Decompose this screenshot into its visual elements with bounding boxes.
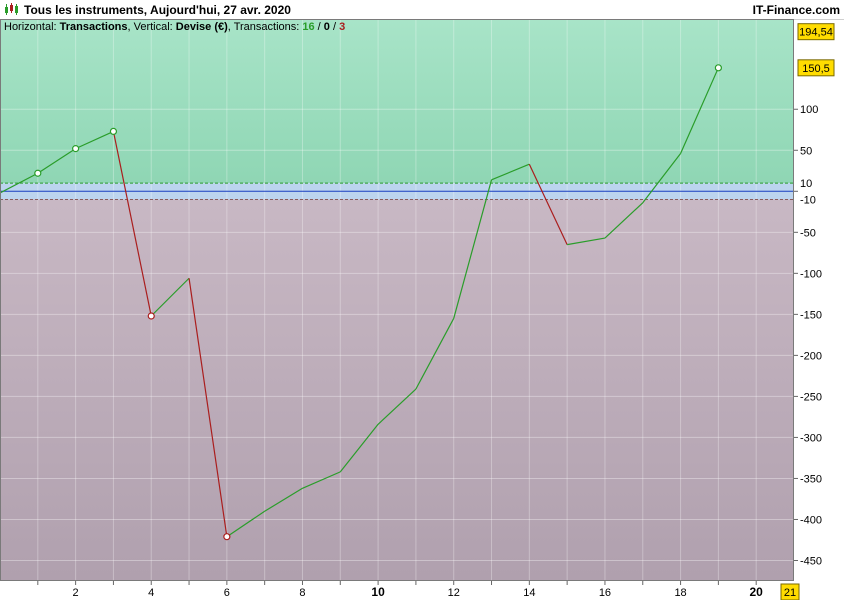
value-badge-label-0: 194,54 (799, 27, 833, 39)
x-tick-label-4: 4 (148, 587, 154, 599)
zones-layer (0, 19, 794, 582)
x-tick-label-6: 6 (224, 587, 230, 599)
subtitle-v-prefix: , Vertical: (128, 21, 176, 33)
window-title: Tous les instruments, Aujourd'hui, 27 av… (24, 3, 291, 17)
y-tick-label--300: -300 (800, 432, 822, 444)
candlestick-icon (5, 3, 18, 15)
marker-1 (34, 169, 42, 177)
last-x-badge-label: 21 (784, 587, 796, 599)
y-tick-label-50: 50 (800, 145, 812, 157)
x-axis: 2 4 6 8 10 12 14 16 18 20 21 (37, 581, 800, 600)
upper-band-label: 10 (800, 178, 812, 190)
value-badge-label-1: 150,5 (802, 63, 830, 75)
y-tick-label--50: -50 (800, 227, 816, 239)
subtitle-sep1: / (315, 21, 324, 33)
marker-2 (72, 145, 80, 153)
chart-container[interactable]: 100 50 -50 -100 -150 -200 -250 -300 -350 -400 -450… (0, 19, 844, 600)
y-tick-label--400: -400 (800, 514, 822, 526)
subtitle-h-prefix: Horizontal: (4, 21, 60, 33)
x-tick-label-18: 18 (674, 587, 686, 599)
x-tick-label-8: 8 (299, 587, 305, 599)
lower-band-label: -10 (800, 194, 816, 206)
x-tick-label-12: 12 (448, 587, 460, 599)
y-tick-label--150: -150 (800, 309, 822, 321)
y-tick-label--250: -250 (800, 391, 822, 403)
subtitle-losses: 3 (339, 21, 345, 33)
marker-4 (147, 312, 155, 320)
subtitle-sep2: / (330, 21, 339, 33)
y-tick-label--100: -100 (800, 268, 822, 280)
marker-3 (109, 127, 118, 136)
y-tick-label--200: -200 (800, 350, 822, 362)
title-bar: Tous les instruments, Aujourd'hui, 27 av… (0, 0, 844, 20)
y-tick-label--450: -450 (800, 555, 822, 567)
subtitle-v-value: Devise (€) (176, 21, 228, 33)
negative-zone (0, 199, 794, 582)
x-tick-label-2: 2 (73, 587, 79, 599)
subtitle-h-value: Transactions (60, 21, 128, 33)
y-tick-label--350: -350 (800, 473, 822, 485)
y-axis: 100 50 -50 -100 -150 -200 -250 -300 -350 -400 -450… (794, 23, 835, 567)
x-tick-label-20: 20 (750, 585, 764, 599)
subtitle-wins: 16 (302, 21, 314, 33)
x-tick-label-16: 16 (599, 587, 611, 599)
equity-curve-chart[interactable]: 100 50 -50 -100 -150 -200 -250 -300 -350 -400 -450… (0, 19, 844, 600)
y-tick-label-100: 100 (800, 104, 818, 116)
subtitle-t-prefix: , Transactions: (228, 21, 303, 33)
x-tick-label-10: 10 (371, 585, 385, 599)
brand-label: IT-Finance.com (752, 3, 840, 17)
marker-19 (714, 64, 722, 72)
marker-6 (223, 533, 231, 541)
chart-subtitle: Horizontal: Transactions, Vertical: Devi… (4, 21, 345, 33)
x-tick-label-14: 14 (523, 587, 535, 599)
